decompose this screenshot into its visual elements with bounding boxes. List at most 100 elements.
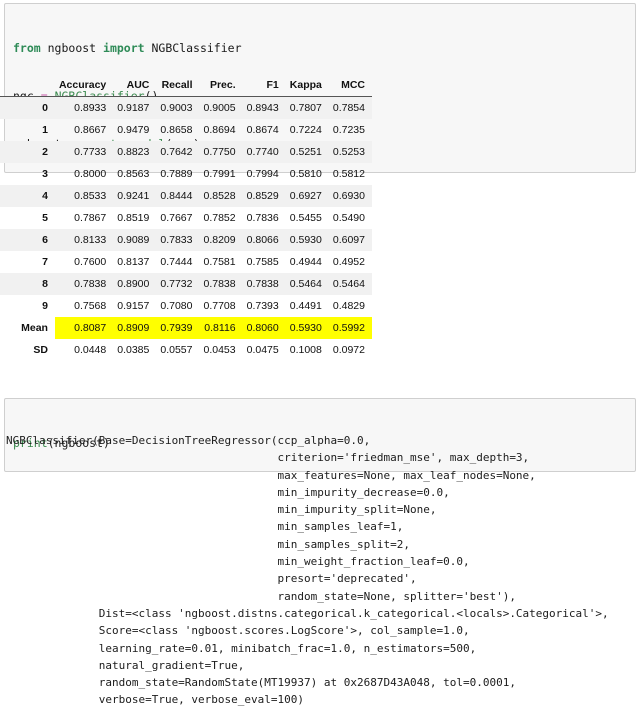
table-cell-auc: 0.8909 [113,317,157,339]
table-cell-accuracy: 0.0448 [74,344,107,356]
table-cell-prec: 0.8116 [199,317,243,339]
table-cell-kappa: 0.4944 [289,256,322,268]
code-token: from [13,41,48,55]
table-cell-mcc: 0.0972 [332,344,365,356]
table-cell-prec: 0.0453 [203,344,236,356]
table-cell-accuracy: 0.7600 [74,256,107,268]
table-cell-prec: 0.7581 [203,256,236,268]
table-row: 4 0.8533 0.9241 0.8444 0.8528 0.8529 0.6927 0.6… [0,185,372,207]
table-row: 8 0.7838 0.8900 0.7732 0.7838 0.7838 0.5464 0.5… [0,273,372,295]
row-index-label: 0 [0,96,55,119]
table-cell-accuracy: 0.8087 [54,317,114,339]
column-header-accuracy: Accuracy [54,76,114,97]
table-cell-recall: 0.8658 [160,124,193,136]
table-cell-prec: 0.8528 [199,185,243,207]
table-cell-prec: 0.7852 [203,212,236,224]
table-cell-mcc: 0.5253 [328,141,372,163]
table-cell-kappa: 0.4491 [289,300,322,312]
table-cell-accuracy: 0.8933 [54,96,114,119]
table-cell-f1: 0.7836 [246,212,279,224]
table-row: 1 0.8667 0.9479 0.8658 0.8694 0.8674 0.7224 0.7… [0,119,372,141]
table-cell-f1: 0.8943 [242,96,286,119]
row-index-label: 4 [0,185,55,207]
table-cell-f1: 0.7994 [246,168,279,180]
table-cell-kappa: 0.6927 [285,185,329,207]
table-cell-kappa: 0.7224 [289,124,322,136]
table-cell-kappa: 0.1008 [289,344,322,356]
table-cell-mcc: 0.5812 [332,168,365,180]
row-index-label: 5 [42,212,48,224]
column-header-index [0,76,55,97]
table-row: 7 0.7600 0.8137 0.7444 0.7581 0.7585 0.4944 0.4… [0,251,372,273]
table-cell-mcc: 0.5464 [328,273,372,295]
table-cell-accuracy: 0.8533 [54,185,114,207]
table-cell-accuracy: 0.7867 [74,212,107,224]
table-cell-recall: 0.7939 [156,317,200,339]
table-cell-auc: 0.8563 [117,168,150,180]
results-dataframe: Accuracy AUC Recall Prec. F1 Kappa MCC 0… [0,76,372,361]
table-cell-mcc: 0.4952 [332,256,365,268]
row-index-label: 3 [42,168,48,180]
results-table-container: Accuracy AUC Recall Prec. F1 Kappa MCC 0… [0,76,380,361]
table-cell-recall: 0.9003 [156,96,200,119]
column-header-f1: F1 [242,76,286,97]
table-cell-recall: 0.0557 [160,344,193,356]
table-cell-f1: 0.7585 [246,256,279,268]
table-row: 6 0.8133 0.9089 0.7833 0.8209 0.8066 0.5930 0.6… [0,229,372,251]
table-cell-f1: 0.7838 [242,273,286,295]
row-index-label: 2 [0,141,55,163]
table-cell-prec: 0.7750 [199,141,243,163]
table-cell-recall: 0.7889 [160,168,193,180]
table-cell-recall: 0.7833 [156,229,200,251]
table-cell-kappa: 0.5464 [285,273,329,295]
table-header: Accuracy AUC Recall Prec. F1 Kappa MCC [0,76,372,97]
table-cell-recall: 0.7642 [156,141,200,163]
table-cell-kappa: 0.7807 [285,96,329,119]
table-cell-mcc: 0.4829 [332,300,365,312]
table-header-row: Accuracy AUC Recall Prec. F1 Kappa MCC [0,76,372,97]
table-cell-auc: 0.8137 [117,256,150,268]
table-cell-accuracy: 0.7838 [54,273,114,295]
table-row: Mean 0.8087 0.8909 0.7939 0.8116 0.8060 0.5930… [0,317,372,339]
table-cell-mcc: 0.5992 [328,317,372,339]
table-row: SD 0.0448 0.0385 0.0557 0.0453 0.0475 0.1008 0.… [0,339,372,361]
column-header-recall: Recall [156,76,200,97]
table-cell-kappa: 0.5455 [289,212,322,224]
code-line: from ngboost import NGBClassifier [13,40,629,56]
table-cell-recall: 0.7667 [160,212,193,224]
table-cell-prec: 0.7991 [203,168,236,180]
table-row: 2 0.7733 0.8823 0.7642 0.7750 0.7740 0.5251 0.5… [0,141,372,163]
table-cell-prec: 0.7838 [199,273,243,295]
table-cell-prec: 0.7708 [203,300,236,312]
table-row: 3 0.8000 0.8563 0.7889 0.7991 0.7994 0.5810 0.5… [0,163,372,185]
table-cell-f1: 0.7740 [242,141,286,163]
table-cell-kappa: 0.5251 [285,141,329,163]
table-cell-kappa: 0.5930 [285,229,329,251]
table-cell-prec: 0.8694 [203,124,236,136]
table-cell-accuracy: 0.7568 [74,300,107,312]
code-token: ngboost [47,41,104,55]
table-cell-auc: 0.0385 [117,344,150,356]
table-cell-f1: 0.7393 [246,300,279,312]
row-index-label: 1 [42,124,48,136]
table-cell-f1: 0.8529 [242,185,286,207]
table-cell-auc: 0.8823 [113,141,157,163]
table-cell-mcc: 0.6097 [328,229,372,251]
table-cell-kappa: 0.5930 [285,317,329,339]
table-cell-prec: 0.9005 [199,96,243,119]
table-cell-prec: 0.8209 [199,229,243,251]
table-cell-auc: 0.9157 [117,300,150,312]
table-cell-kappa: 0.5810 [289,168,322,180]
table-cell-f1: 0.0475 [246,344,279,356]
table-row: 9 0.7568 0.9157 0.7080 0.7708 0.7393 0.4491 0.4… [0,295,372,317]
table-cell-auc: 0.9187 [113,96,157,119]
table-cell-mcc: 0.5490 [332,212,365,224]
table-cell-auc: 0.9241 [113,185,157,207]
code-token: import [103,41,152,55]
table-cell-accuracy: 0.8133 [54,229,114,251]
table-cell-mcc: 0.7235 [332,124,365,136]
table-cell-mcc: 0.7854 [328,96,372,119]
table-cell-f1: 0.8674 [246,124,279,136]
column-header-mcc: MCC [328,76,372,97]
row-index-label: 9 [42,300,48,312]
